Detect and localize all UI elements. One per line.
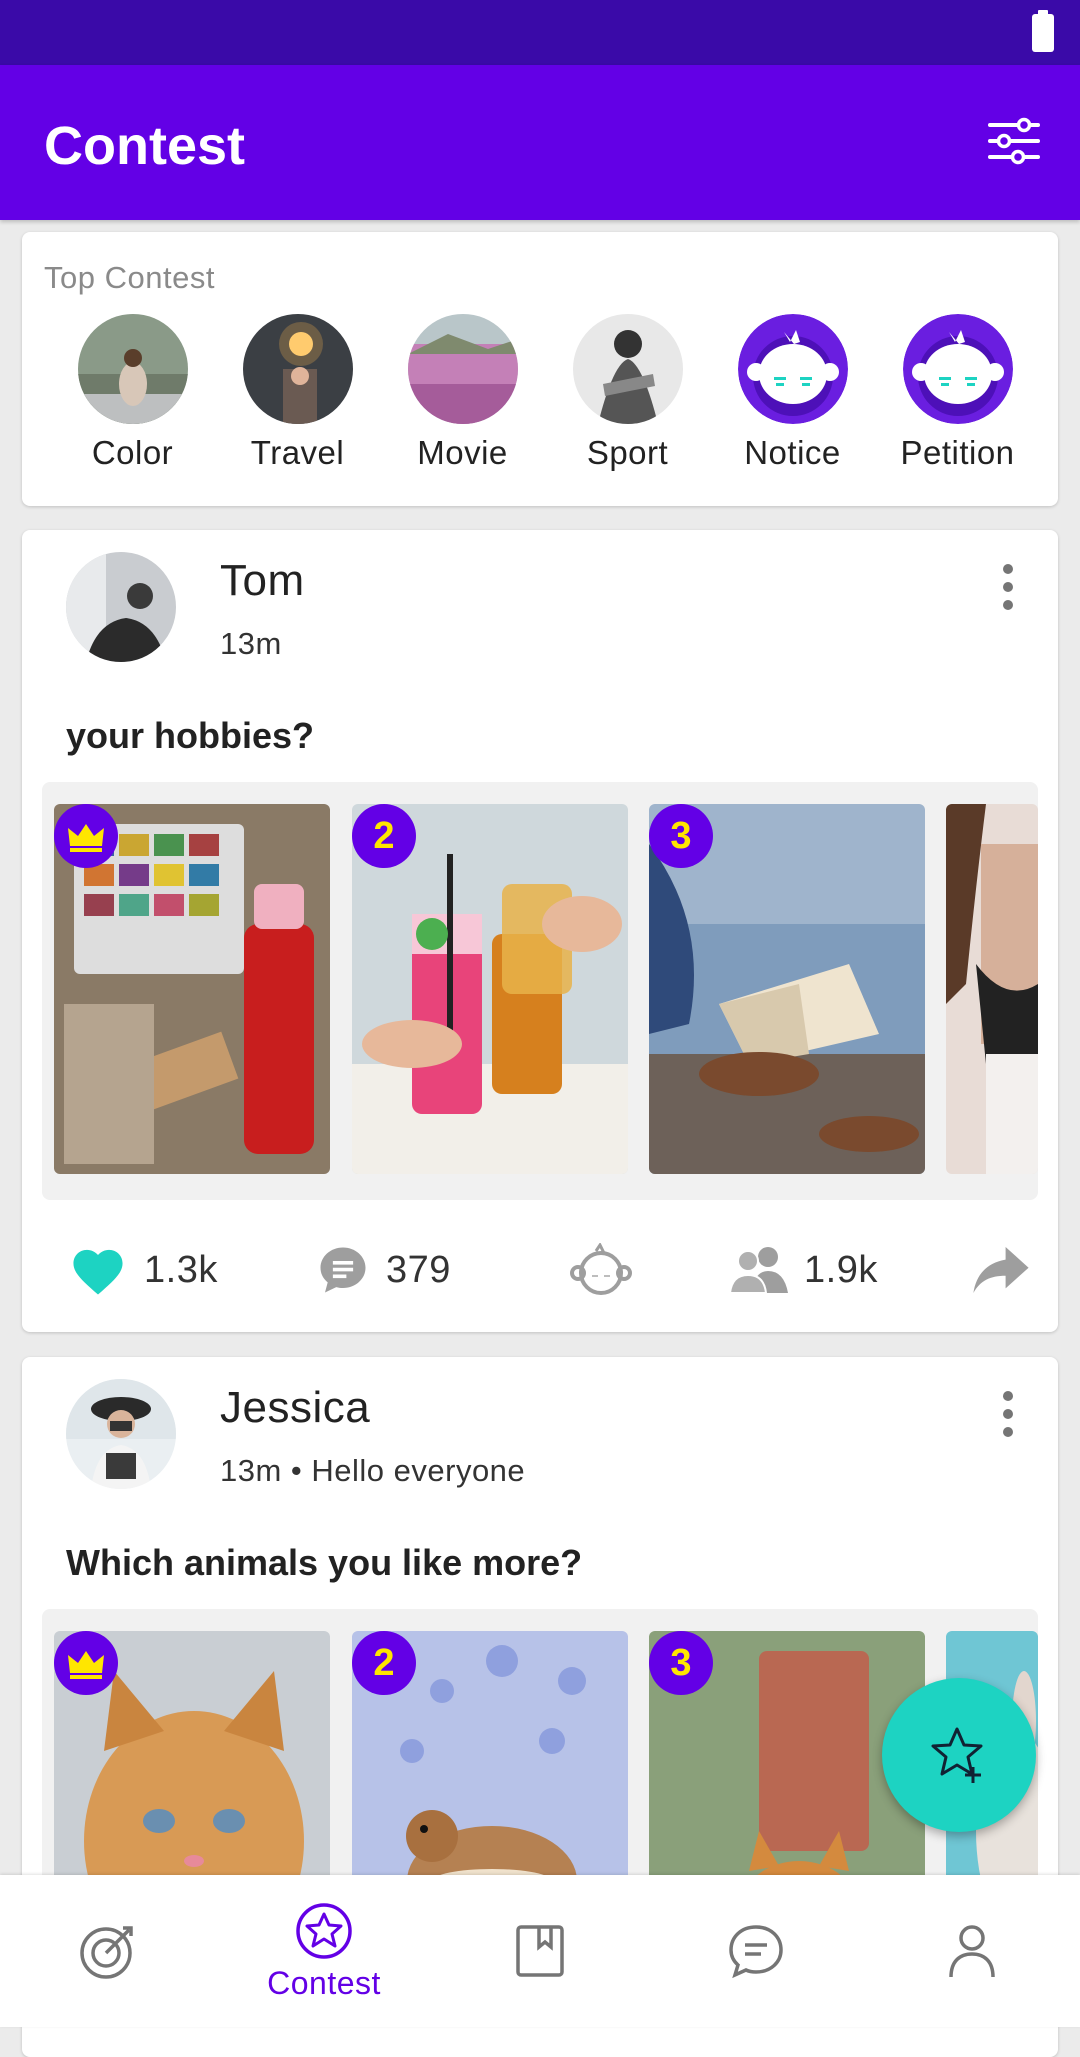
nav-profile[interactable] xyxy=(864,1875,1080,2027)
monkey-logo-icon xyxy=(737,314,848,424)
crown-icon xyxy=(54,1631,118,1695)
avatar[interactable] xyxy=(66,1379,176,1489)
comment-count: 379 xyxy=(386,1248,451,1291)
more-vert-icon[interactable] xyxy=(1002,1391,1014,1437)
category-thumbnail xyxy=(572,314,683,424)
category-movie[interactable]: Movie xyxy=(380,314,545,472)
share-arrow-icon xyxy=(973,1247,1029,1293)
post-actions: 1.3k 379 1.9k xyxy=(22,1230,1058,1310)
comment-button[interactable]: 379 xyxy=(316,1230,451,1310)
post-meta: 13m • Hello everyone xyxy=(220,1453,526,1488)
share-button[interactable] xyxy=(972,1230,1030,1310)
category-color[interactable]: Color xyxy=(50,314,215,472)
category-sport[interactable]: Sport xyxy=(545,314,710,472)
photo-entry-3[interactable]: 3 xyxy=(649,804,925,1174)
category-notice[interactable]: Notice xyxy=(710,314,875,472)
star-add-icon xyxy=(931,1727,983,1783)
app-bar: Contest xyxy=(0,65,1080,220)
participant-count: 1.9k xyxy=(804,1248,878,1291)
filter-icon[interactable] xyxy=(988,117,1040,165)
category-thumbnail xyxy=(77,314,188,424)
monkey-reaction-button[interactable] xyxy=(568,1230,634,1310)
photo-entry-1[interactable] xyxy=(54,804,330,1174)
photo-entry-4[interactable] xyxy=(946,804,1038,1174)
chat-icon xyxy=(729,1925,783,1979)
like-button[interactable]: 1.3k xyxy=(68,1230,218,1310)
nav-target[interactable] xyxy=(0,1875,216,2027)
monkey-logo-icon xyxy=(902,314,1013,424)
heart-icon xyxy=(73,1249,123,1295)
post-card: Tom 13m your hobbies? 2 3 1.3k 379 1.9k xyxy=(22,530,1058,1332)
page-title: Contest xyxy=(44,116,245,176)
participants-button[interactable]: 1.9k xyxy=(730,1230,878,1310)
category-thumbnail xyxy=(407,314,518,424)
photo-strip[interactable]: 2 3 xyxy=(42,782,1038,1200)
rank-badge: 3 xyxy=(649,1631,713,1695)
battery-icon xyxy=(1032,10,1054,52)
category-label: Petition xyxy=(900,434,1015,471)
author-name[interactable]: Jessica xyxy=(220,1383,370,1433)
new-contest-button[interactable] xyxy=(882,1678,1036,1832)
bookmark-icon xyxy=(516,1925,564,1977)
photo-entry-2[interactable]: 2 xyxy=(352,804,628,1174)
post-question: Which animals you like more? xyxy=(66,1542,583,1583)
category-label: Notice xyxy=(744,434,841,471)
avatar[interactable] xyxy=(66,552,176,662)
nav-chat[interactable] xyxy=(648,1875,864,2027)
nav-contest[interactable]: Contest xyxy=(216,1875,432,2027)
people-icon xyxy=(730,1247,788,1294)
category-thumbnail xyxy=(242,314,353,424)
top-contest-label: Top Contest xyxy=(44,260,215,295)
category-petition[interactable]: Petition xyxy=(875,314,1040,472)
nav-label: Contest xyxy=(267,1964,381,2001)
author-name[interactable]: Tom xyxy=(220,556,305,606)
post-meta: 13m xyxy=(220,626,282,661)
comment-icon xyxy=(320,1247,366,1293)
bottom-navigation: Contest xyxy=(0,1875,1080,2027)
like-count: 1.3k xyxy=(144,1248,218,1291)
category-label: Travel xyxy=(250,434,345,471)
category-label: Sport xyxy=(586,434,669,471)
more-vert-icon[interactable] xyxy=(1002,564,1014,610)
rank-badge: 3 xyxy=(649,804,713,868)
star-badge-icon xyxy=(296,1902,352,1959)
category-label: Color xyxy=(91,434,174,471)
monkey-outline-icon xyxy=(570,1243,632,1295)
category-list: Color Travel Movie Sport Notice Petition xyxy=(50,314,1040,472)
post-question: your hobbies? xyxy=(66,715,315,756)
nav-bookmark[interactable] xyxy=(432,1875,648,2027)
rank-badge: 2 xyxy=(352,804,416,868)
top-contest-card: Top Contest Color Travel Movie Sport Not… xyxy=(22,232,1058,506)
rank-badge: 2 xyxy=(352,1631,416,1695)
category-travel[interactable]: Travel xyxy=(215,314,380,472)
crown-icon xyxy=(54,804,118,868)
profile-icon xyxy=(949,1925,995,1978)
target-icon xyxy=(80,1926,133,1979)
category-label: Movie xyxy=(417,434,508,471)
status-bar xyxy=(0,0,1080,65)
